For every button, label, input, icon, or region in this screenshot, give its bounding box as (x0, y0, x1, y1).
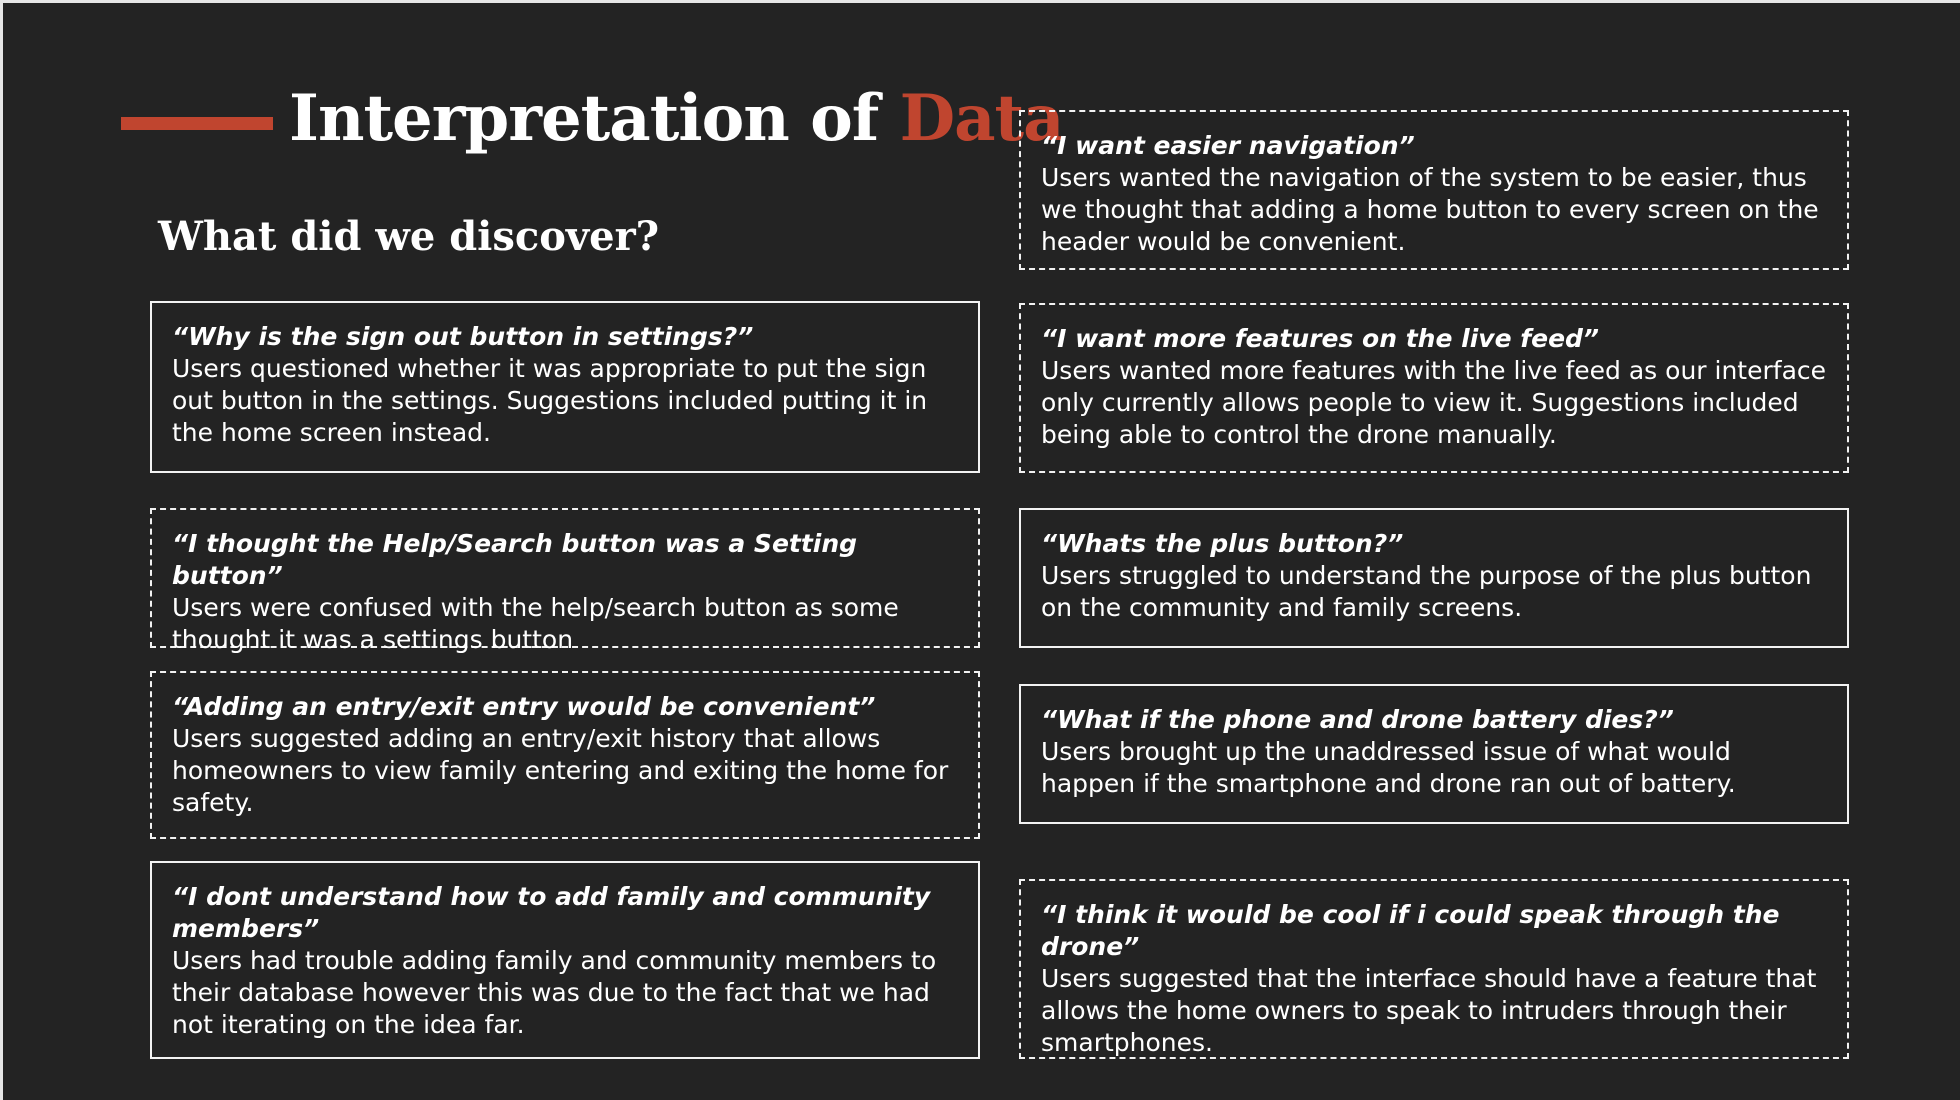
finding-card-live-feed: “I want more features on the live feed” … (1019, 303, 1849, 473)
slide: Interpretation of Data What did we disco… (0, 0, 1960, 1100)
finding-card-navigation: “I want easier navigation” Users wanted … (1019, 110, 1849, 270)
page-subtitle: What did we discover? (158, 213, 660, 260)
finding-card-sign-out: “Why is the sign out button in settings?… (150, 301, 980, 473)
finding-quote: “I think it would be cool if i could spe… (1041, 900, 1780, 961)
finding-body: Users wanted the navigation of the syste… (1041, 163, 1819, 256)
finding-body: Users were confused with the help/search… (172, 593, 899, 654)
finding-quote: “I dont understand how to add family and… (172, 882, 931, 943)
finding-body: Users suggested that the interface shoul… (1041, 964, 1817, 1057)
finding-quote: “Why is the sign out button in settings?… (172, 322, 754, 351)
finding-card-battery: “What if the phone and drone battery die… (1019, 684, 1849, 824)
finding-quote: “Whats the plus button?” (1041, 529, 1404, 558)
finding-body: Users had trouble adding family and comm… (172, 946, 937, 1039)
finding-body: Users questioned whether it was appropri… (172, 354, 928, 447)
finding-quote: “I want easier navigation” (1041, 131, 1415, 160)
finding-body: Users suggested adding an entry/exit his… (172, 724, 949, 817)
finding-body: Users wanted more features with the live… (1041, 356, 1827, 449)
finding-quote: “What if the phone and drone battery die… (1041, 705, 1674, 734)
finding-quote: “I want more features on the live feed” (1041, 324, 1600, 353)
finding-body: Users struggled to understand the purpos… (1041, 561, 1812, 622)
finding-quote: “I thought the Help/Search button was a … (172, 529, 858, 590)
finding-body: Users brought up the unaddressed issue o… (1041, 737, 1736, 798)
finding-card-help-search: “I thought the Help/Search button was a … (150, 508, 980, 654)
finding-card-speak-through-drone: “I think it would be cool if i could spe… (1019, 879, 1849, 1059)
page-title-main: Interpretation of (289, 81, 900, 156)
finding-card-add-family: “I dont understand how to add family and… (150, 861, 980, 1059)
finding-card-plus-button: “Whats the plus button?” Users struggled… (1019, 508, 1849, 648)
title-accent-bar (121, 117, 273, 130)
finding-quote: “Adding an entry/exit entry would be con… (172, 692, 876, 721)
finding-card-entry-exit: “Adding an entry/exit entry would be con… (150, 671, 980, 839)
page-title: Interpretation of Data (289, 87, 1065, 151)
